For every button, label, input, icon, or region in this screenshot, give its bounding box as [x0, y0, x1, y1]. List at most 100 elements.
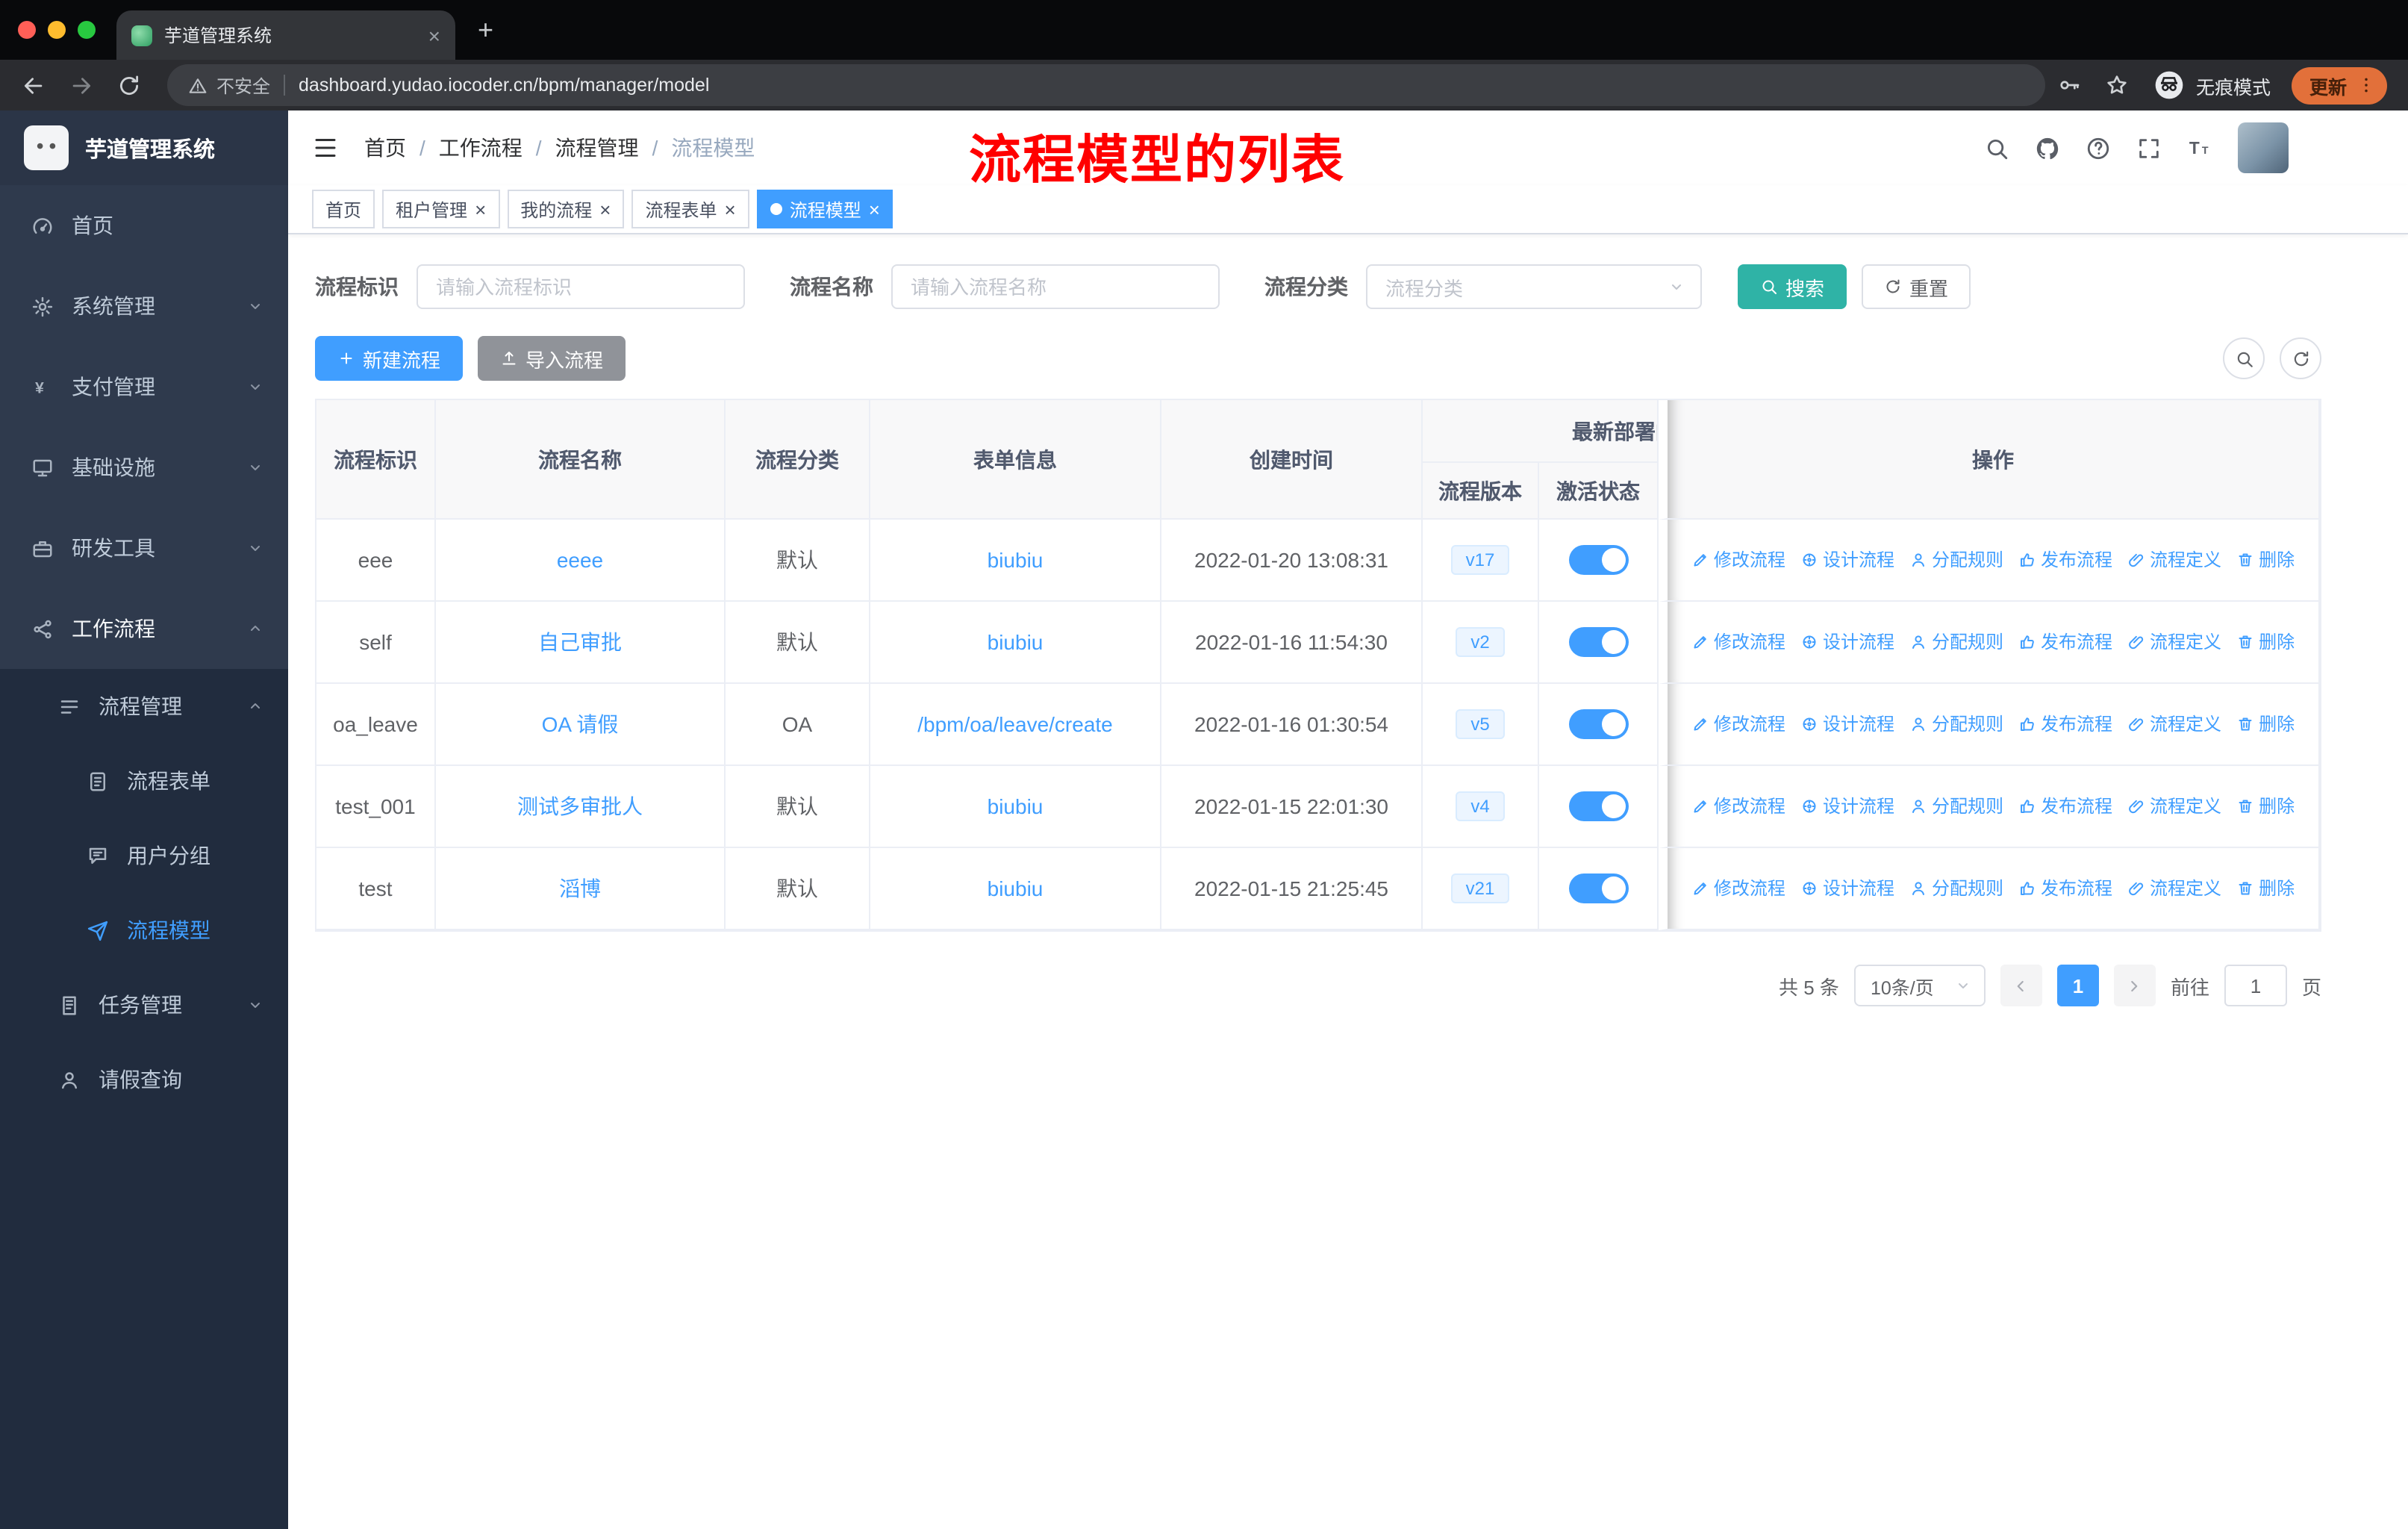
form-info-link[interactable]: biubiu [988, 876, 1044, 900]
process-name-link[interactable]: 自己审批 [538, 630, 622, 654]
search-button[interactable]: 搜索 [1738, 264, 1847, 309]
browser-update-button[interactable]: 更新 [2291, 66, 2387, 104]
close-icon[interactable]: × [599, 199, 611, 219]
page-size-select[interactable]: 10条/页 [1853, 965, 1986, 1006]
page-number-1[interactable]: 1 [2056, 965, 2099, 1006]
form-info-link[interactable]: biubiu [988, 794, 1044, 818]
window-zoom-button[interactable] [78, 21, 96, 39]
breadcrumb-process-management[interactable]: 流程管理 [555, 133, 639, 163]
version-badge[interactable]: v4 [1456, 791, 1505, 821]
version-badge[interactable]: v2 [1456, 627, 1505, 657]
github-icon[interactable] [2035, 135, 2060, 161]
window-close-button[interactable] [18, 21, 36, 39]
back-icon[interactable] [21, 72, 46, 98]
process-name-input[interactable] [891, 264, 1220, 309]
fullscreen-icon[interactable] [2136, 135, 2162, 161]
process-key-input[interactable] [417, 264, 745, 309]
sidebar-item-process-management[interactable]: 流程管理 [0, 669, 288, 744]
action-publish-process[interactable]: 发布流程 [2018, 794, 2112, 819]
process-name-link[interactable]: 滔博 [559, 876, 601, 900]
active-toggle[interactable] [1568, 545, 1628, 575]
action-design-process[interactable]: 设计流程 [1800, 629, 1894, 655]
process-name-link[interactable]: 测试多审批人 [517, 794, 643, 818]
action-edit-process[interactable]: 修改流程 [1691, 547, 1785, 573]
process-name-link[interactable]: OA 请假 [542, 712, 619, 736]
prev-page-button[interactable] [2000, 965, 2042, 1006]
sidebar-item-devtools[interactable]: 研发工具 [0, 508, 288, 588]
action-publish-process[interactable]: 发布流程 [2018, 876, 2112, 901]
action-delete-process[interactable]: 删除 [2236, 876, 2295, 901]
action-assign-rule[interactable]: 分配规则 [1909, 711, 2003, 737]
kebab-menu-icon[interactable] [2356, 75, 2377, 96]
forward-icon[interactable] [69, 72, 94, 98]
action-delete-process[interactable]: 删除 [2236, 629, 2295, 655]
form-info-link[interactable]: biubiu [988, 630, 1044, 654]
sidebar-item-system-management[interactable]: 系统管理 [0, 266, 288, 346]
action-process-definition[interactable]: 流程定义 [2127, 876, 2221, 901]
sidebar-item-payment-management[interactable]: ¥ 支付管理 [0, 346, 288, 427]
breadcrumb-workflow[interactable]: 工作流程 [439, 133, 523, 163]
tag-tenant-management[interactable]: 租户管理 × [382, 190, 500, 228]
app-logo[interactable]: 芋道管理系统 [0, 110, 288, 185]
breadcrumb-home[interactable]: 首页 [364, 133, 406, 163]
close-icon[interactable]: × [869, 199, 880, 219]
active-toggle[interactable] [1568, 791, 1628, 821]
action-edit-process[interactable]: 修改流程 [1691, 711, 1785, 737]
action-design-process[interactable]: 设计流程 [1800, 547, 1894, 573]
toggle-search-button[interactable] [2223, 337, 2265, 379]
star-icon[interactable] [2105, 73, 2129, 97]
action-design-process[interactable]: 设计流程 [1800, 711, 1894, 737]
form-info-link[interactable]: biubiu [988, 548, 1044, 572]
form-info-link[interactable]: /bpm/oa/leave/create [917, 712, 1113, 736]
close-icon[interactable]: × [475, 199, 486, 219]
tab-close-icon[interactable]: × [428, 25, 440, 46]
action-delete-process[interactable]: 删除 [2236, 794, 2295, 819]
active-toggle[interactable] [1568, 627, 1628, 657]
action-delete-process[interactable]: 删除 [2236, 711, 2295, 737]
action-process-definition[interactable]: 流程定义 [2127, 794, 2221, 819]
close-icon[interactable]: × [725, 199, 736, 219]
tag-my-process[interactable]: 我的流程 × [507, 190, 625, 228]
key-icon[interactable] [2057, 73, 2081, 97]
menu-fold-icon[interactable] [312, 134, 339, 161]
action-design-process[interactable]: 设计流程 [1800, 794, 1894, 819]
version-badge[interactable]: v17 [1450, 545, 1510, 575]
action-process-definition[interactable]: 流程定义 [2127, 547, 2221, 573]
action-design-process[interactable]: 设计流程 [1800, 876, 1894, 901]
action-edit-process[interactable]: 修改流程 [1691, 794, 1785, 819]
new-tab-button[interactable]: + [478, 16, 493, 43]
active-toggle[interactable] [1568, 709, 1628, 739]
action-publish-process[interactable]: 发布流程 [2018, 547, 2112, 573]
action-publish-process[interactable]: 发布流程 [2018, 629, 2112, 655]
help-icon[interactable] [2086, 135, 2111, 161]
sidebar-item-infrastructure[interactable]: 基础设施 [0, 427, 288, 508]
refresh-table-button[interactable] [2280, 337, 2321, 379]
action-edit-process[interactable]: 修改流程 [1691, 876, 1785, 901]
browser-tab[interactable]: 芋道管理系统 × [116, 10, 455, 60]
sidebar-item-task-management[interactable]: 任务管理 [0, 968, 288, 1042]
action-edit-process[interactable]: 修改流程 [1691, 629, 1785, 655]
font-size-icon[interactable]: TT [2187, 135, 2212, 161]
process-name-link[interactable]: eeee [557, 548, 603, 572]
process-category-select[interactable]: 流程分类 [1366, 264, 1702, 309]
goto-page-input[interactable] [2224, 965, 2287, 1006]
version-badge[interactable]: v5 [1456, 709, 1505, 739]
active-toggle[interactable] [1568, 874, 1628, 903]
reset-button[interactable]: 重置 [1862, 264, 1971, 309]
action-process-definition[interactable]: 流程定义 [2127, 629, 2221, 655]
search-icon[interactable] [1984, 135, 2009, 161]
action-process-definition[interactable]: 流程定义 [2127, 711, 2221, 737]
address-bar[interactable]: 不安全 dashboard.yudao.iocoder.cn/bpm/manag… [167, 64, 2045, 106]
sidebar-item-home[interactable]: 首页 [0, 185, 288, 266]
tag-process-model[interactable]: 流程模型 × [756, 190, 893, 228]
action-assign-rule[interactable]: 分配规则 [1909, 876, 2003, 901]
action-publish-process[interactable]: 发布流程 [2018, 711, 2112, 737]
window-minimize-button[interactable] [48, 21, 66, 39]
tag-home[interactable]: 首页 [312, 190, 375, 228]
action-assign-rule[interactable]: 分配规则 [1909, 794, 2003, 819]
import-process-button[interactable]: 导入流程 [478, 336, 626, 381]
next-page-button[interactable] [2113, 965, 2156, 1006]
create-process-button[interactable]: 新建流程 [315, 336, 464, 381]
sidebar-item-leave-query[interactable]: 请假查询 [0, 1042, 288, 1117]
sidebar-item-process-form[interactable]: 流程表单 [0, 744, 288, 818]
